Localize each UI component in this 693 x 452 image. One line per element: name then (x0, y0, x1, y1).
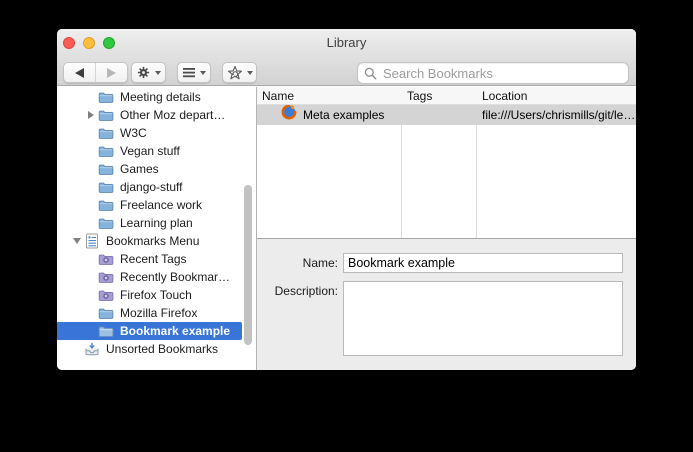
table-header: Name Tags Location (257, 87, 636, 105)
folder-icon (98, 143, 114, 159)
bookmarks-table: Name Tags Location Meta examples file://… (257, 87, 636, 239)
star-sync-icon (227, 65, 242, 79)
sidebar-item-learning-plan[interactable]: Learning plan (57, 214, 242, 232)
bookmark-details-pane: Name: Description: (257, 239, 636, 370)
views-menu-button[interactable] (177, 62, 211, 83)
sidebar-item-bookmark-example[interactable]: Bookmark example (57, 322, 242, 340)
sidebar-item-freelance-work[interactable]: Freelance work (57, 196, 242, 214)
description-label: Description: (274, 284, 338, 298)
disclosure-triangle-icon[interactable] (73, 238, 81, 244)
bookmark-name: Meta examples (303, 108, 385, 122)
sidebar-item-vegan-stuff[interactable]: Vegan stuff (57, 142, 242, 160)
back-forward-segmented-control (63, 62, 128, 83)
import-backup-menu-button[interactable] (222, 62, 257, 83)
library-window: Library Search Bookmarks Meeting details… (57, 29, 636, 370)
disclosure-triangle-icon[interactable] (88, 111, 94, 119)
smart-folder-icon (98, 269, 114, 285)
toolbar (57, 55, 636, 86)
folder-icon (98, 323, 114, 339)
titlebar: Library (57, 29, 636, 55)
bookmarks-menu-icon (84, 233, 100, 249)
firefox-icon (281, 105, 297, 125)
bookmark-tags (401, 105, 476, 125)
name-input[interactable] (343, 253, 623, 273)
folder-icon (98, 197, 114, 213)
sidebar-scrollbar-thumb[interactable] (244, 185, 252, 345)
search-icon (364, 67, 377, 79)
sidebar-item-other-moz-departments[interactable]: Other Moz depart… (57, 106, 242, 124)
forward-arrow-icon (107, 67, 116, 78)
sidebar-item-meeting-details[interactable]: Meeting details (57, 88, 242, 106)
folder-icon (98, 89, 114, 105)
column-header-name[interactable]: Name (257, 87, 401, 104)
forward-button[interactable] (96, 63, 127, 82)
sidebar-item-unsorted-bookmarks[interactable]: Unsorted Bookmarks (57, 340, 242, 358)
folder-icon (98, 215, 114, 231)
unsorted-bookmarks-icon (84, 341, 100, 357)
action-menu-button[interactable] (131, 62, 166, 83)
chevron-down-icon (246, 70, 253, 75)
sidebar-item-recent-tags[interactable]: Recent Tags (57, 250, 242, 268)
column-header-tags[interactable]: Tags (401, 87, 476, 104)
folder-icon (98, 161, 114, 177)
window-title: Library (326, 35, 367, 50)
sidebar-item-recently-bookmarked[interactable]: Recently Bookmar… (57, 268, 242, 286)
smart-folder-icon (98, 287, 114, 303)
table-row[interactable]: Meta examples file:///Users/chrismills/g… (257, 105, 636, 125)
search-field (357, 62, 629, 84)
folder-icon (98, 179, 114, 195)
description-input[interactable] (343, 281, 623, 356)
screen: Library Search Bookmarks Meeting details… (0, 0, 693, 452)
sidebar-item-django-stuff[interactable]: django-stuff (57, 178, 242, 196)
sidebar-item-mozilla-firefox[interactable]: Mozilla Firefox (57, 304, 242, 322)
folder-icon (98, 125, 114, 141)
folder-icon (98, 107, 114, 123)
chevron-down-icon (200, 70, 206, 75)
back-button[interactable] (64, 63, 96, 82)
back-arrow-icon (75, 67, 84, 78)
gear-icon (137, 66, 150, 79)
bookmarks-main-panel: Name Tags Location Meta examples file://… (257, 87, 636, 370)
smart-folder-icon (98, 251, 114, 267)
sidebar-item-firefox-touch[interactable]: Firefox Touch (57, 286, 242, 304)
sidebar-item-w3c[interactable]: W3C (57, 124, 242, 142)
folder-icon (98, 305, 114, 321)
list-view-icon (183, 68, 195, 78)
bookmarks-sidebar: Meeting details Other Moz depart… W3C Ve… (57, 87, 257, 370)
name-label: Name: (302, 256, 338, 270)
column-header-location[interactable]: Location (476, 87, 636, 104)
sidebar-item-games[interactable]: Games (57, 160, 242, 178)
chevron-down-icon (155, 70, 161, 75)
window-chrome: Library (57, 29, 636, 86)
sidebar-item-bookmarks-menu[interactable]: Bookmarks Menu (57, 232, 242, 250)
bookmark-location: file:///Users/chrismills/git/le… (482, 108, 636, 122)
search-input[interactable] (381, 64, 622, 82)
